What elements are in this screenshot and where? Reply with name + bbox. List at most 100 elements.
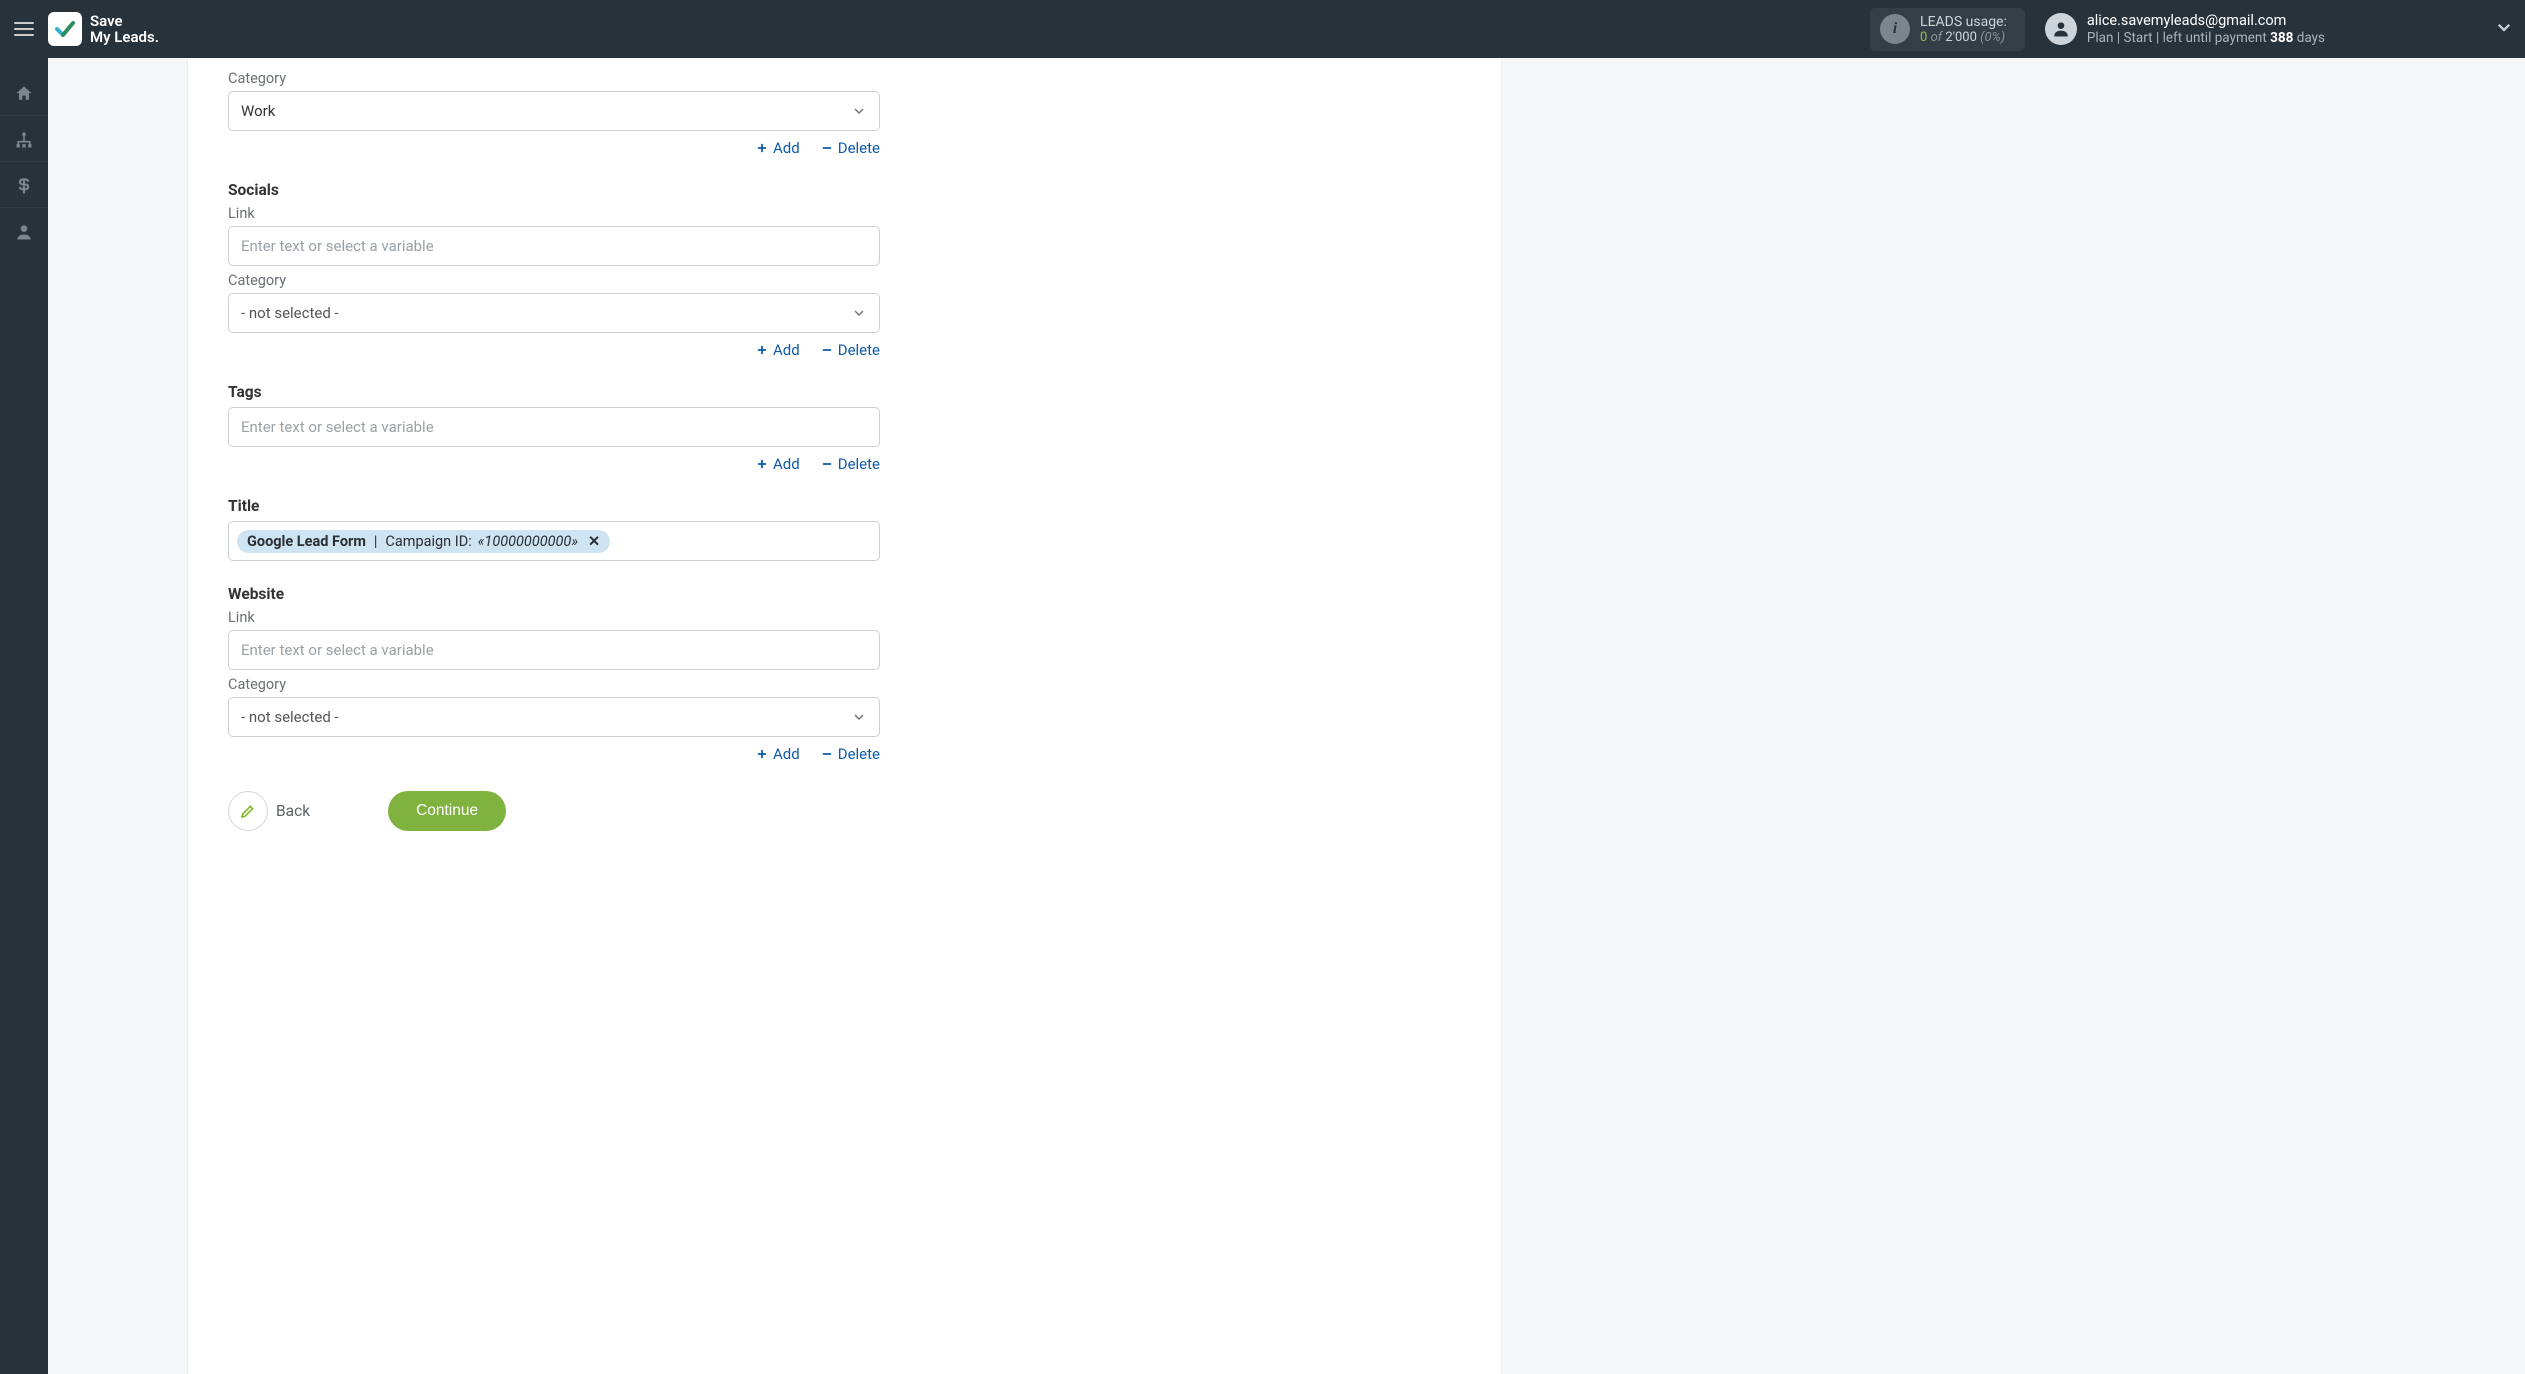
website-category-value: - not selected - [241,708,339,726]
website-link-label: Link [228,609,880,626]
minus-icon [820,457,834,471]
add-label: Add [773,455,800,473]
app-logo [48,12,82,46]
plan-mid: | left until payment [2156,30,2267,46]
usage-text: LEADS usage: 0 of 2'000 (0%) [1920,14,2007,45]
socials-actions: Add Delete [228,341,880,359]
plan-prefix: Plan | [2087,30,2120,46]
plus-icon [755,747,769,761]
sidebar [0,58,48,1374]
continue-button[interactable]: Continue [388,791,506,831]
content-outer[interactable]: Category Work Add Delete Social [48,58,2525,1374]
title-heading: Title [228,497,880,515]
account-email: alice.savemyleads@gmail.com [2087,12,2325,30]
topbar: Save My Leads. i LEADS usage: 0 of 2'000… [0,0,2525,58]
category-top-label: Category [228,70,880,87]
usage-panel: i LEADS usage: 0 of 2'000 (0%) [1870,8,2025,51]
chip-sep: | [374,533,378,550]
website-heading: Website [228,585,880,603]
sidebar-home-icon[interactable] [0,72,48,116]
minus-icon [820,747,834,761]
sidebar-user-icon[interactable] [0,210,48,254]
account-plan-line: Plan | Start | left until payment 388 da… [2087,30,2325,47]
delete-button[interactable]: Delete [820,341,880,359]
app-name: Save My Leads. [90,13,159,46]
app-name-line1: Save [90,12,123,30]
plan-days-suffix: days [2297,30,2325,46]
delete-label: Delete [838,139,880,157]
socials-link-placeholder: Enter text or select a variable [241,237,434,255]
back-label: Back [276,802,310,820]
add-button[interactable]: Add [755,745,800,763]
plus-icon [755,141,769,155]
category-top-value: Work [241,102,275,120]
account-wrap[interactable]: alice.savemyleads@gmail.com Plan | Start… [2045,12,2513,47]
minus-icon [820,343,834,357]
shell: Category Work Add Delete Social [0,58,2525,1374]
socials-category-label: Category [228,272,880,289]
socials-category-value: - not selected - [241,304,339,322]
delete-button[interactable]: Delete [820,139,880,157]
app-name-line2: My Leads. [90,29,159,46]
socials-link-label: Link [228,205,880,222]
title-variable-chip: Google Lead Form | Campaign ID: «1000000… [237,530,610,553]
socials-heading: Socials [228,181,880,199]
plus-icon [755,343,769,357]
website-actions: Add Delete [228,745,880,763]
add-label: Add [773,139,800,157]
website-category-select[interactable]: - not selected - [228,697,880,737]
minus-icon [820,141,834,155]
category-top-select[interactable]: Work [228,91,880,131]
avatar-icon [2045,13,2077,45]
socials-category-select[interactable]: - not selected - [228,293,880,333]
website-link-placeholder: Enter text or select a variable [241,641,434,659]
plus-icon [755,457,769,471]
delete-label: Delete [838,455,880,473]
chevron-down-icon [851,103,867,119]
checkmark-icon [53,17,77,41]
chip-source: Google Lead Form [247,533,366,550]
footer-row: Back Continue [228,791,880,831]
add-button[interactable]: Add [755,139,800,157]
account-text: alice.savemyleads@gmail.com Plan | Start… [2087,12,2325,47]
website-link-input[interactable]: Enter text or select a variable [228,630,880,670]
plan-name: Start [2123,30,2152,46]
account-chevron-down-icon[interactable] [2495,18,2513,40]
content-card: Category Work Add Delete Social [188,58,1501,1374]
chip-value: «10000000000» [478,533,578,550]
website-category-label: Category [228,676,880,693]
usage-of: of [1931,30,1943,45]
chip-remove-icon[interactable]: ✕ [588,533,600,550]
tags-heading: Tags [228,383,880,401]
delete-label: Delete [838,341,880,359]
tags-placeholder: Enter text or select a variable [241,418,434,436]
tags-actions: Add Delete [228,455,880,473]
title-input[interactable]: Google Lead Form | Campaign ID: «1000000… [228,521,880,561]
add-label: Add [773,341,800,359]
add-button[interactable]: Add [755,341,800,359]
add-button[interactable]: Add [755,455,800,473]
category-top-actions: Add Delete [228,139,880,157]
delete-button[interactable]: Delete [820,745,880,763]
delete-label: Delete [838,745,880,763]
menu-hamburger-icon[interactable] [10,14,40,44]
info-icon[interactable]: i [1880,14,1910,44]
back-button[interactable]: Back [228,791,310,831]
usage-total: 2'000 [1945,30,1977,45]
tags-input[interactable]: Enter text or select a variable [228,407,880,447]
pencil-icon [228,791,268,831]
delete-button[interactable]: Delete [820,455,880,473]
sidebar-dollar-icon[interactable] [0,164,48,208]
socials-link-input[interactable]: Enter text or select a variable [228,226,880,266]
usage-title: LEADS usage: [1920,14,2007,30]
usage-numbers: 0 of 2'000 (0%) [1920,30,2007,45]
usage-current: 0 [1920,30,1927,45]
chip-label: Campaign ID: [385,533,471,550]
add-label: Add [773,745,800,763]
usage-pct: (0%) [1980,30,2005,45]
chevron-down-icon [851,305,867,321]
sidebar-sitemap-icon[interactable] [0,118,48,162]
form-area: Category Work Add Delete Social [228,60,880,831]
plan-days: 388 [2270,30,2293,46]
chevron-down-icon [851,709,867,725]
